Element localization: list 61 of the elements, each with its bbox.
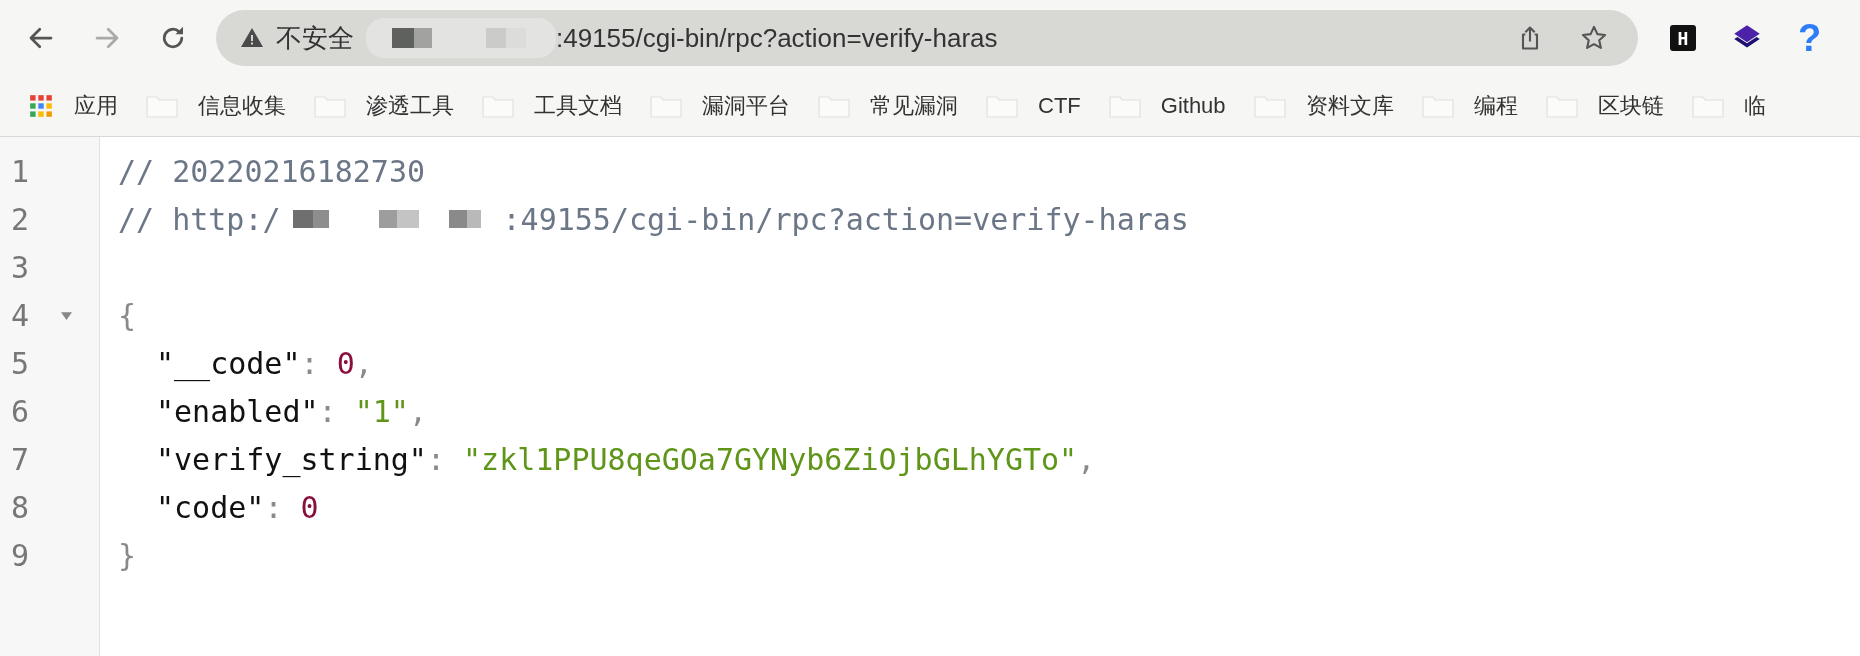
- punctuation: {: [118, 297, 137, 333]
- punctuation: ,: [354, 345, 373, 381]
- folder-icon[interactable]: [986, 94, 1018, 118]
- punctuation: :: [318, 393, 338, 429]
- punctuation: }: [118, 537, 137, 573]
- folder-icon[interactable]: [1691, 94, 1724, 118]
- bookmark-link[interactable]: 工具文档: [534, 91, 622, 121]
- line-number: 3: [9, 249, 31, 285]
- json-string: "zkl1PPU8qeGOa7GYNyb6ZiOjbGLhYGTo": [463, 441, 1078, 477]
- bookmark-link[interactable]: 漏洞平台: [702, 91, 790, 121]
- line-number: 4: [9, 297, 31, 333]
- bookmark-link[interactable]: 常见漏洞: [870, 91, 958, 121]
- json-number: 0: [300, 489, 319, 525]
- line-number: 9: [9, 537, 31, 573]
- bookmark-link[interactable]: 编程: [1473, 91, 1518, 121]
- json-number: 0: [336, 345, 355, 381]
- punctuation: ,: [408, 393, 427, 429]
- line-number: 5: [9, 345, 31, 381]
- bookmark-link[interactable]: Github: [1160, 93, 1226, 119]
- json-string: "1": [354, 393, 409, 429]
- folder-icon[interactable]: [482, 94, 514, 118]
- bookmark-link[interactable]: 信息收集: [198, 91, 286, 121]
- star-icon[interactable]: [1580, 24, 1608, 52]
- json-key: "verify_string": [156, 441, 427, 477]
- line-number: 7: [9, 441, 31, 477]
- fold-triangle-icon[interactable]: [60, 309, 72, 321]
- bookmark-link[interactable]: 应用: [74, 91, 118, 121]
- folder-icon[interactable]: [1108, 94, 1141, 118]
- warning-icon: [240, 26, 264, 50]
- code-comment: // 20220216182730: [118, 153, 426, 189]
- line-number: 6: [9, 393, 31, 429]
- line-number: 2: [9, 201, 31, 237]
- help-button[interactable]: ?: [1798, 19, 1822, 57]
- address-bar[interactable]: 不安全 :49155/cgi-bin/rpc?action=verify-haras: [216, 10, 1638, 66]
- line-number: 1: [9, 153, 31, 189]
- punctuation: ,: [1077, 441, 1096, 477]
- folder-icon[interactable]: [146, 94, 178, 118]
- folder-icon[interactable]: [1253, 94, 1286, 118]
- folder-icon[interactable]: [314, 94, 346, 118]
- security-label: 不安全: [276, 21, 354, 55]
- folder-icon[interactable]: [818, 94, 850, 118]
- code-comment: :49155/cgi-bin/rpc?action=verify-haras: [502, 201, 1189, 237]
- punctuation: :: [264, 489, 284, 525]
- bookmark-link[interactable]: 临: [1743, 91, 1766, 121]
- url-text: :49155/cgi-bin/rpc?action=verify-haras: [556, 22, 998, 54]
- folder-icon[interactable]: [1545, 94, 1578, 118]
- bookmark-link[interactable]: 区块链: [1597, 91, 1664, 121]
- bookmark-link[interactable]: 渗透工具: [366, 91, 454, 121]
- bookmark-link[interactable]: 资料文库: [1305, 91, 1394, 121]
- bookmark-link[interactable]: CTF: [1038, 93, 1081, 119]
- folder-icon[interactable]: [1421, 94, 1454, 118]
- punctuation: :: [426, 441, 446, 477]
- punctuation: :: [300, 345, 320, 381]
- json-key: "enabled": [156, 393, 319, 429]
- folder-icon[interactable]: [650, 94, 682, 118]
- json-key: "code": [156, 489, 265, 525]
- apps-grid-icon[interactable]: [28, 93, 54, 119]
- line-number: 8: [9, 489, 31, 525]
- json-key: "__code": [156, 345, 301, 381]
- code-comment: // http:/: [118, 201, 281, 237]
- extension-button[interactable]: H: [1670, 25, 1696, 51]
